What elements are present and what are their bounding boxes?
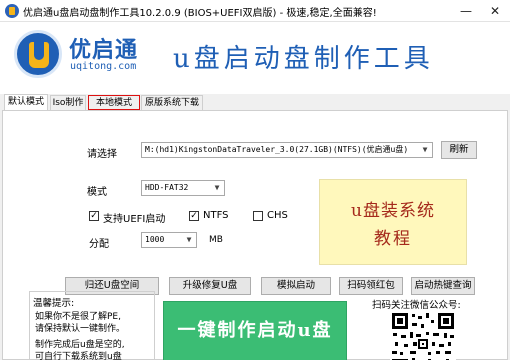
mode-select[interactable]: HDD-FAT32 ▼ (141, 180, 225, 196)
app-logo-icon (5, 4, 19, 18)
chevron-down-icon: ▼ (182, 233, 196, 247)
device-select[interactable]: M:(hd1)KingstonDataTraveler_3.0(27.1GB)(… (141, 142, 433, 158)
ntfs-checkbox-label: NTFS (203, 210, 229, 221)
partition-unit: MB (209, 235, 223, 245)
ntfs-checkbox[interactable]: ✓ (189, 211, 199, 221)
device-select-value: M:(hd1)KingstonDataTraveler_3.0(27.1GB)(… (145, 145, 409, 154)
partition-size-select[interactable]: 1000 ▼ (141, 232, 197, 248)
refresh-button[interactable]: 刷新 (441, 141, 477, 159)
tab-local-mode[interactable]: 本地模式 (88, 95, 140, 110)
qr-label: 扫码关注微信公众号: (372, 300, 461, 311)
simulate-boot-button[interactable]: 模拟启动 (261, 277, 331, 295)
chs-checkbox-label: CHS (267, 210, 288, 221)
uefi-checkbox-label: 支持UEFI启动 (103, 214, 166, 225)
tips-line: 请保持默认一键制作。 (35, 324, 126, 334)
qr-code-graphic (390, 311, 456, 360)
chevron-down-icon: ▼ (418, 143, 432, 157)
main-panel: 请选择 M:(hd1)KingstonDataTraveler_3.0(27.1… (2, 110, 508, 360)
usb-drive-icon (29, 42, 49, 68)
product-slogan: u盘启动盘制作工具 (173, 44, 434, 74)
tips-title: 温馨提示: (33, 298, 75, 309)
mode-label: 模式 (87, 187, 107, 198)
partition-size-value: 1000 (145, 235, 165, 244)
uefi-checkbox[interactable]: ✓ (89, 211, 99, 221)
close-button[interactable]: ✕ (481, 0, 509, 22)
tips-line: 可自行下载系统到u盘 (35, 352, 122, 360)
boot-hotkey-query-button[interactable]: 启动热键查询 (411, 277, 475, 295)
chevron-down-icon: ▼ (210, 181, 224, 195)
tab-original-system-download[interactable]: 原版系统下载 (141, 95, 203, 110)
minimize-button[interactable]: — (452, 0, 480, 22)
scan-red-packet-button[interactable]: 扫码领红包 (339, 277, 403, 295)
mode-tabs: 默认模式 Iso制作 本地模式 原版系统下载 (0, 94, 510, 111)
ad-line-1: u盘装系统 (351, 201, 435, 221)
mode-select-value: HDD-FAT32 (145, 183, 189, 192)
device-label: 请选择 (87, 149, 117, 160)
tab-iso-make[interactable]: Iso制作 (50, 95, 86, 110)
one-click-make-button[interactable]: 一键制作启动u盘 (163, 301, 347, 360)
header-banner: 优启通 uqitong.com u盘启动盘制作工具 (0, 22, 510, 94)
title-bar: 优启通u盘启动盘制作工具10.2.0.9 (BIOS+UEFI双启版) - 极速… (0, 0, 510, 22)
window-title: 优启通u盘启动盘制作工具10.2.0.9 (BIOS+UEFI双启版) - 极速… (23, 8, 377, 19)
brand-website: uqitong.com (70, 61, 137, 72)
wechat-qr-code-icon (390, 311, 456, 360)
upgrade-repair-usb-button[interactable]: 升级修复U盘 (169, 277, 251, 295)
ad-line-2: 教程 (374, 229, 412, 249)
tutorial-ad-banner[interactable]: u盘装系统 教程 (319, 179, 467, 265)
tab-default-mode[interactable]: 默认模式 (4, 94, 48, 111)
partition-label: 分配 (89, 239, 109, 250)
brand-logo-icon (14, 30, 62, 78)
brand-name: 优启通 (69, 37, 139, 63)
chs-checkbox[interactable] (253, 211, 263, 221)
